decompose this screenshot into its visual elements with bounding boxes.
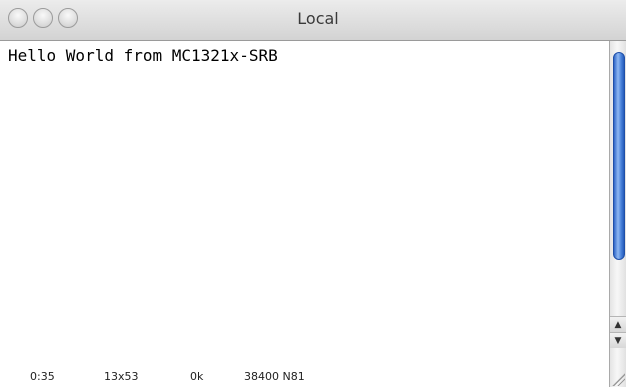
- status-bar: 0:35 13x53 0k 38400 N81: [0, 363, 609, 387]
- terminal-output[interactable]: Hello World from MC1321x-SRB: [0, 41, 609, 363]
- title-bar[interactable]: Local: [0, 0, 626, 41]
- terminal-window: Local Hello World from MC1321x-SRB ▲ ▼ 0…: [0, 0, 626, 387]
- arrow-down-icon[interactable]: ▼: [610, 332, 626, 348]
- status-dimensions: 13x53: [104, 370, 139, 383]
- scrollbar-thumb[interactable]: [613, 52, 625, 260]
- status-transfer: 0k: [190, 370, 204, 383]
- arrow-up-icon[interactable]: ▲: [610, 316, 626, 332]
- resize-grip-icon[interactable]: [611, 372, 625, 386]
- status-time: 0:35: [30, 370, 55, 383]
- status-settings: 38400 N81: [244, 370, 305, 383]
- window-title: Local: [297, 9, 339, 28]
- terminal-line: Hello World from MC1321x-SRB: [8, 46, 278, 65]
